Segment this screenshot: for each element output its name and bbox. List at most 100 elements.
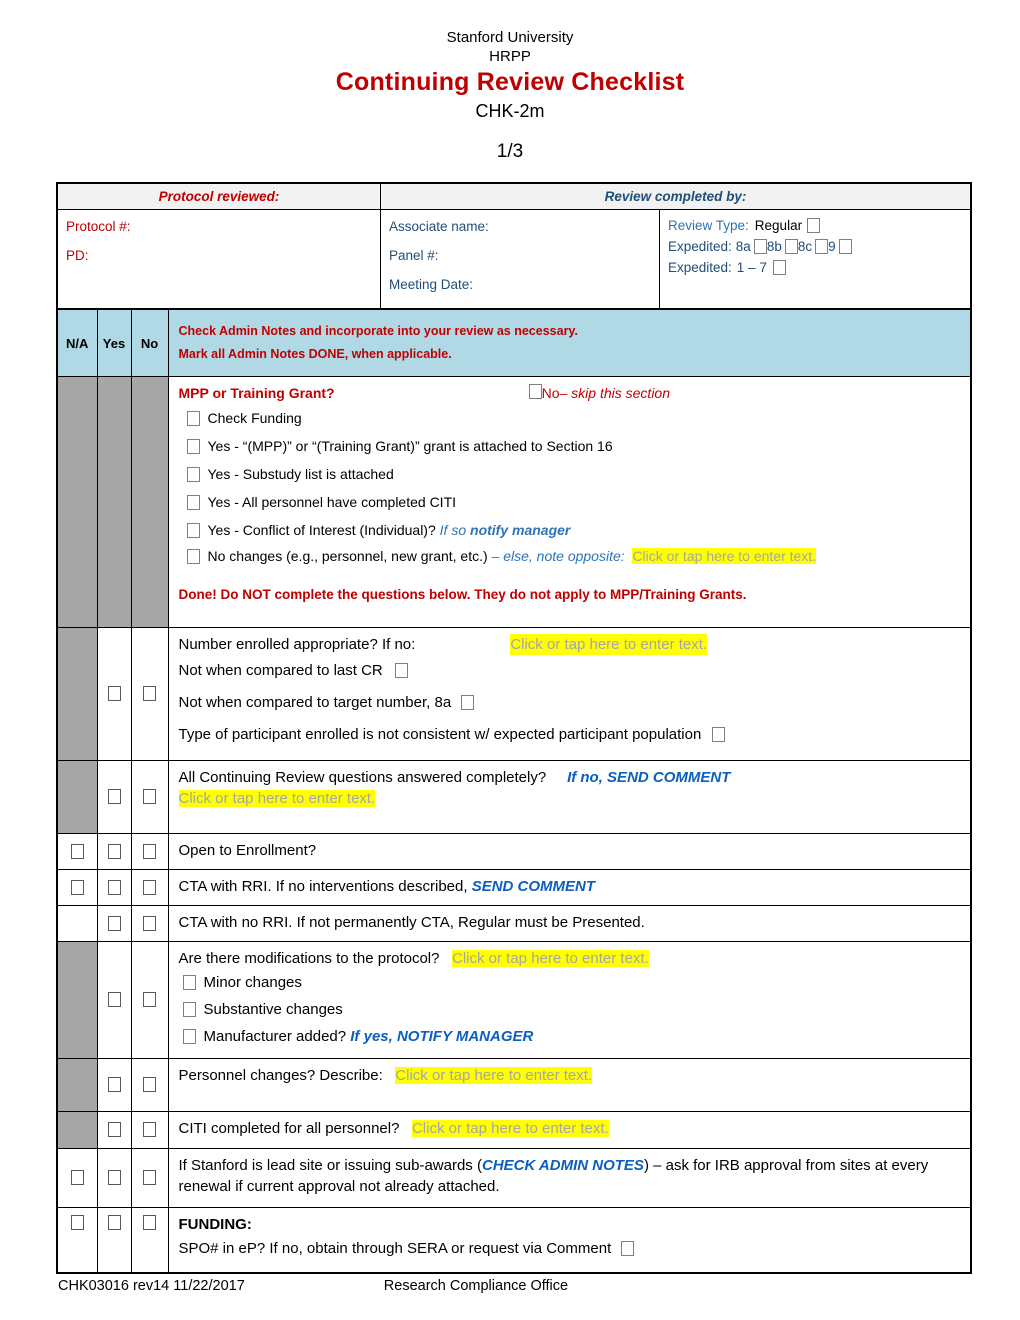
modifications-no-cell [130,941,169,1059]
enrolled-yes-cell [96,627,132,761]
lead-site-na-cell [56,1148,98,1208]
personnel-na-cell [56,1058,98,1112]
mpp-item-coi: Yes - Conflict of Interest (Individual)?… [186,516,963,544]
cta-rri-prefix: CTA with RRI. If no interventions descri… [178,878,472,895]
row-citi-completed: CITI completed for all personnel? Click … [56,1111,972,1149]
cr-questions-yes-checkbox[interactable] [107,789,121,804]
expedited-8b-checkbox[interactable] [784,239,798,254]
protocol-info-table: Protocol reviewed: Review completed by: … [56,182,972,312]
expedited-8a-checkbox[interactable] [753,239,767,254]
mpp-no-changes-checkbox[interactable] [186,549,200,564]
open-enrollment-no-checkbox[interactable] [143,843,156,859]
citi-no-checkbox[interactable] [143,1122,156,1137]
modifications-input[interactable]: Click or tap here to enter text. [452,950,649,967]
checklist-header-row: N/A Yes No Check Admin Notes and incorpo… [56,308,972,377]
mpp-no-skip-checkbox[interactable] [528,384,542,399]
mpp-item-label: Check Funding [207,410,302,426]
expedited-9-checkbox[interactable] [838,239,852,254]
open-enrollment-na-checkbox[interactable] [70,843,84,859]
lead-site-yes-checkbox[interactable] [107,1170,121,1185]
mpp-substudy-list-checkbox[interactable] [186,467,200,482]
row-mpp-training-grant: MPP or Training Grant? No – skip this se… [56,376,972,628]
review-type-regular-row: Review Type: Regular [668,218,964,233]
mpp-nochange-prefix: No changes (e.g., personnel, new grant, … [207,548,492,564]
funding-no-checkbox[interactable] [143,1215,156,1230]
protocol-fields-cell: Protocol #: PD: [56,209,381,312]
citi-question: CITI completed for all personnel? [178,1120,400,1137]
funding-yes-cell [96,1207,132,1274]
modifications-yes-cell [96,941,132,1059]
lead-site-na-checkbox[interactable] [70,1170,84,1185]
enrolled-sub3-checkbox[interactable] [711,727,725,742]
mpp-grant-attached-checkbox[interactable] [186,439,200,454]
cr-questions-no-cell [130,760,169,834]
expedited-8c-checkbox[interactable] [815,239,829,254]
funding-spo-checkbox[interactable] [621,1241,635,1256]
column-header-no: No [130,308,169,377]
cr-questions-content-cell: All Continuing Review questions answered… [167,760,972,834]
funding-content-cell: FUNDING: SPO# in eP? If no, obtain throu… [167,1207,972,1274]
cta-no-rri-yes-checkbox[interactable] [107,915,121,931]
modifications-minor-checkbox[interactable] [182,975,196,990]
lead-site-no-checkbox[interactable] [143,1170,156,1185]
enrolled-sub2-row: Not when compared to target number, 8a [179,687,963,719]
cta-no-rri-no-checkbox[interactable] [143,915,156,931]
mpp-nochange-italic: – else, note opposite: [491,548,625,564]
enrolled-no-checkbox[interactable] [143,686,156,701]
open-enrollment-yes-checkbox[interactable] [107,843,121,859]
personnel-no-checkbox[interactable] [143,1077,156,1092]
personnel-input[interactable]: Click or tap here to enter text. [395,1067,593,1084]
cr-questions-no-checkbox[interactable] [143,789,156,804]
modifications-substantive-checkbox[interactable] [182,1002,196,1017]
modifications-question-row: Are there modifications to the protocol?… [179,948,963,969]
modifications-manufacturer-checkbox[interactable] [182,1029,196,1044]
cr-questions-input[interactable]: Click or tap here to enter text. [178,790,376,807]
personnel-yes-checkbox[interactable] [107,1077,121,1092]
mpp-coi-italic: If so [439,522,471,538]
cta-rri-no-checkbox[interactable] [143,879,156,895]
associate-name-field[interactable]: Associate name: [389,219,653,234]
mpp-nochange-input[interactable]: Click or tap here to enter text. [632,548,817,564]
review-type-regular-checkbox[interactable] [807,218,821,233]
footer-office: Research Compliance Office [383,1278,569,1294]
mpp-item-check-funding: Check Funding [186,404,963,432]
enrolled-sub1-label: Not when compared to last CR [178,662,383,679]
cta-rri-yes-cell [96,869,132,906]
enrolled-sub2-checkbox[interactable] [461,695,475,710]
citi-input[interactable]: Click or tap here to enter text. [411,1120,609,1137]
expedited-8b-label: 8b [766,239,782,254]
mpp-no-cell [130,376,169,628]
funding-na-checkbox[interactable] [70,1215,84,1230]
modifications-minor-row: Minor changes [182,969,963,996]
mpp-check-funding-checkbox[interactable] [186,411,200,426]
enrolled-input[interactable]: Click or tap here to enter text. [510,634,708,655]
enrolled-sub1-checkbox[interactable] [394,663,408,678]
mpp-citi-checkbox[interactable] [186,495,200,510]
cta-rri-na-checkbox[interactable] [70,879,84,895]
personnel-question: Personnel changes? Describe: [178,1067,383,1084]
modifications-yes-checkbox[interactable] [107,992,121,1007]
mpp-coi-prefix: Yes - Conflict of Interest (Individual)? [207,522,440,538]
funding-title: FUNDING: [178,1216,252,1233]
mpp-coi-checkbox[interactable] [186,523,200,538]
mpp-na-cell [56,376,98,628]
expedited-1-7-checkbox[interactable] [772,260,786,275]
modifications-no-checkbox[interactable] [143,992,156,1007]
enrolled-yes-checkbox[interactable] [107,686,121,701]
mpp-item-label: Yes - All personnel have completed CITI [207,494,457,510]
citi-no-cell [130,1111,169,1149]
column-header-na: N/A [56,308,98,377]
panel-number-field[interactable]: Panel #: [389,248,653,263]
modifications-question: Are there modifications to the protocol? [178,950,440,967]
row-modifications: Are there modifications to the protocol?… [56,941,972,1059]
citi-yes-cell [96,1111,132,1149]
meeting-date-field[interactable]: Meeting Date: [389,277,653,292]
open-enrollment-no-cell [130,833,169,870]
pd-field[interactable]: PD: [66,248,374,263]
funding-yes-checkbox[interactable] [107,1215,121,1230]
review-type-regular-label: Regular [754,218,803,233]
cr-questions-question: All Continuing Review questions answered… [178,769,547,786]
citi-yes-checkbox[interactable] [107,1122,121,1137]
protocol-number-field[interactable]: Protocol #: [66,219,374,234]
cta-rri-yes-checkbox[interactable] [107,879,121,895]
